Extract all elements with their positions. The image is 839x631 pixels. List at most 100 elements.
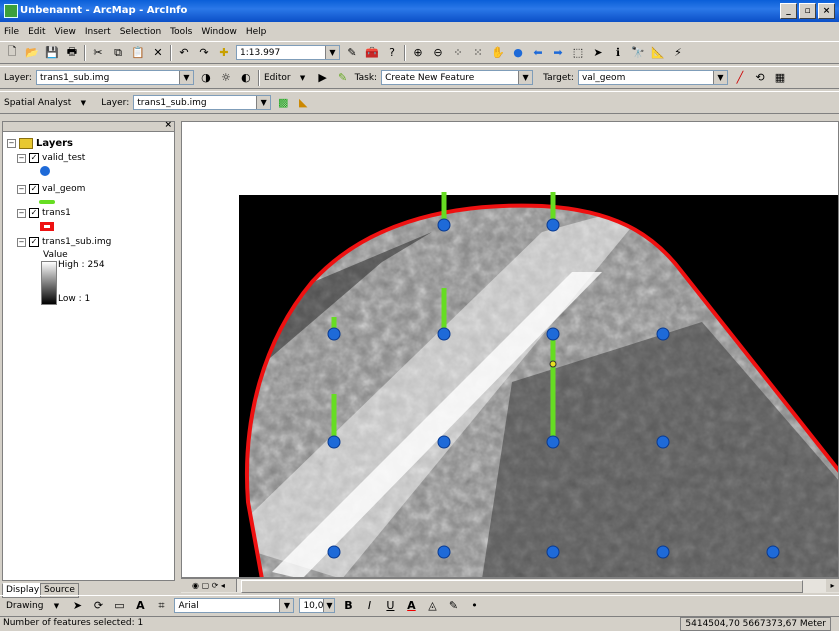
map-display[interactable] (181, 121, 839, 578)
rotate-tool-icon[interactable]: ⟲ (752, 70, 768, 86)
editor-toolbar-icon[interactable]: ✎ (344, 45, 360, 61)
layer-visibility-checkbox[interactable]: ✓ (29, 153, 39, 163)
editor-menu[interactable]: Editor (264, 73, 291, 83)
valid-test-point[interactable] (546, 327, 560, 341)
rectangle-icon[interactable]: ▭ (111, 598, 127, 614)
effects-layer-combo[interactable]: trans1_sub.img ▼ (35, 70, 194, 85)
zoom-out-icon[interactable]: ⊖ (430, 45, 446, 61)
valid-test-point[interactable] (656, 435, 670, 449)
chevron-down-icon[interactable]: ▼ (295, 70, 311, 86)
contrast-icon[interactable]: ◑ (198, 70, 214, 86)
toc-layer-name[interactable]: val_geom (42, 184, 85, 194)
layer-visibility-checkbox[interactable]: ✓ (29, 184, 39, 194)
menu-help[interactable]: Help (246, 27, 267, 37)
collapse-icon[interactable]: − (17, 153, 26, 163)
brightness-icon[interactable]: ☼ (218, 70, 234, 86)
line-color-icon[interactable]: ✎ (445, 598, 461, 614)
menu-view[interactable]: View (55, 27, 76, 37)
forward-extent-icon[interactable]: ➡ (550, 45, 566, 61)
map-canvas[interactable] (182, 122, 839, 578)
menu-window[interactable]: Window (201, 27, 237, 37)
layer-visibility-checkbox[interactable]: ✓ (29, 208, 39, 218)
menu-edit[interactable]: Edit (28, 27, 45, 37)
menu-selection[interactable]: Selection (120, 27, 161, 37)
paste-icon[interactable]: 📋 (130, 45, 146, 61)
menu-file[interactable]: File (4, 27, 19, 37)
valid-test-point[interactable] (327, 435, 341, 449)
valid-test-point[interactable] (546, 545, 560, 559)
hyperlink-icon[interactable]: ⚡ (670, 45, 686, 61)
toc-layer-name[interactable]: valid_test (42, 153, 85, 163)
drawing-menu[interactable]: Drawing (6, 601, 43, 611)
font-color-icon[interactable]: A (403, 598, 419, 614)
chevron-down-icon[interactable]: ▼ (48, 598, 64, 614)
back-extent-icon[interactable]: ⬅ (530, 45, 546, 61)
chevron-down-icon[interactable]: ▼ (75, 95, 91, 111)
collapse-icon[interactable]: − (17, 208, 26, 218)
measure-icon[interactable]: 📐 (650, 45, 666, 61)
identify-icon[interactable]: ℹ (610, 45, 626, 61)
font-combo[interactable]: Arial ▼ (174, 598, 295, 613)
whats-this-icon[interactable]: ? (384, 45, 400, 61)
fixed-zoom-in-icon[interactable]: ⁘ (450, 45, 466, 61)
spatial-analyst-menu[interactable]: Spatial Analyst (4, 98, 71, 108)
open-icon[interactable]: 📂 (24, 45, 40, 61)
spatial-layer-combo[interactable]: trans1_sub.img ▼ (133, 95, 272, 110)
histogram-icon[interactable]: ◣ (295, 95, 311, 111)
bold-button[interactable]: B (340, 598, 356, 614)
toc-layer-name[interactable]: trans1_sub.img (42, 237, 111, 247)
copy-icon[interactable]: ⧉ (110, 45, 126, 61)
select-elements-icon[interactable]: ➤ (69, 598, 85, 614)
italic-button[interactable]: I (361, 598, 377, 614)
task-combo[interactable]: Create New Feature ▼ (381, 70, 534, 85)
rotate-icon[interactable]: ⟳ (90, 598, 106, 614)
valid-test-point[interactable] (437, 545, 451, 559)
undo-icon[interactable]: ↶ (176, 45, 192, 61)
transparency-icon[interactable]: ◐ (238, 70, 254, 86)
select-elements-icon[interactable]: ➤ (590, 45, 606, 61)
zoom-in-icon[interactable]: ⊕ (410, 45, 426, 61)
close-button[interactable]: × (818, 3, 835, 19)
edit-vertices-icon[interactable]: ⌗ (153, 598, 169, 614)
split-tool-icon[interactable]: ╱ (732, 70, 748, 86)
contour-icon[interactable]: ▩ (275, 95, 291, 111)
chevron-down-icon[interactable]: ▼ (323, 599, 335, 612)
chevron-down-icon[interactable]: ▼ (256, 96, 271, 109)
new-document-icon[interactable]: 🗋 (4, 45, 20, 61)
find-icon[interactable]: 🔭 (630, 45, 646, 61)
scroll-right-icon[interactable]: ▸ (826, 579, 839, 592)
collapse-icon[interactable]: − (17, 237, 26, 247)
save-icon[interactable]: 💾 (44, 45, 60, 61)
fill-color-icon[interactable]: ◬ (424, 598, 440, 614)
collapse-icon[interactable]: − (17, 184, 26, 194)
toc-layer-name[interactable]: trans1 (42, 208, 71, 218)
scale-combo[interactable]: 1:13.997 ▼ (236, 45, 340, 60)
collapse-icon[interactable]: − (7, 139, 16, 148)
sketch-tool-icon[interactable]: ✎ (335, 70, 351, 86)
print-icon[interactable]: 🖶 (64, 45, 80, 61)
toc-grip[interactable]: × (3, 120, 174, 132)
delete-icon[interactable]: ✕ (150, 45, 166, 61)
close-icon[interactable]: × (164, 120, 172, 130)
chevron-down-icon[interactable]: ▼ (518, 71, 533, 84)
underline-button[interactable]: U (382, 598, 398, 614)
selected-vertex-marker[interactable] (549, 360, 557, 368)
valid-test-point[interactable] (656, 327, 670, 341)
pan-icon[interactable]: ✋ (490, 45, 506, 61)
valid-test-point[interactable] (546, 218, 560, 232)
full-extent-icon[interactable]: ● (510, 45, 526, 61)
font-size-combo[interactable]: 10,0 ▼ (299, 598, 336, 613)
scrollbar-thumb[interactable] (241, 580, 803, 593)
valid-test-point[interactable] (546, 435, 560, 449)
maximize-button[interactable]: ▫ (799, 3, 816, 19)
menu-insert[interactable]: Insert (85, 27, 111, 37)
add-data-icon[interactable]: ✚ (216, 45, 232, 61)
valid-test-point[interactable] (437, 435, 451, 449)
valid-test-point[interactable] (327, 545, 341, 559)
chevron-down-icon[interactable]: ▼ (712, 71, 727, 84)
target-combo[interactable]: val_geom ▼ (577, 70, 728, 85)
fixed-zoom-out-icon[interactable]: ⁙ (470, 45, 486, 61)
layer-visibility-checkbox[interactable]: ✓ (29, 237, 39, 247)
arctoolbox-icon[interactable]: 🧰 (364, 45, 380, 61)
edit-tool-icon[interactable]: ▶ (315, 70, 331, 86)
